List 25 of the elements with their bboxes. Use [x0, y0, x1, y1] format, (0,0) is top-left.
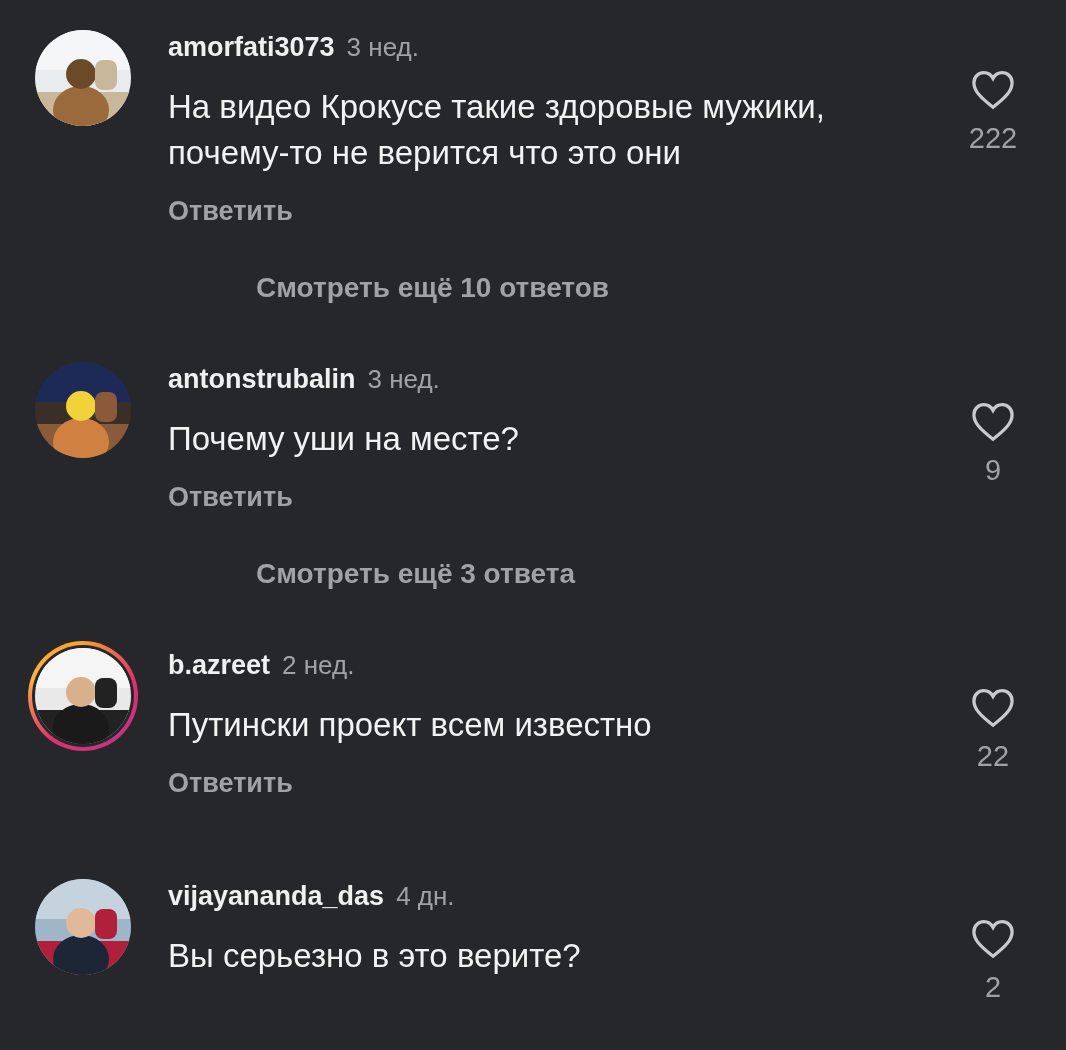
view-replies-link[interactable]: Смотреть ещё 3 ответа	[256, 558, 576, 590]
username[interactable]: antonstrubalin	[168, 364, 356, 395]
timestamp: 3 нед.	[367, 364, 440, 395]
heart-icon[interactable]	[971, 688, 1015, 728]
comment-text: Вы серьезно в это верите?	[168, 936, 582, 976]
username[interactable]: vijayananda_das	[168, 881, 385, 912]
view-replies-link[interactable]: Смотреть ещё 10 ответов	[256, 272, 609, 304]
reply-link[interactable]: Ответить	[168, 482, 293, 513]
comment-text: Путински проект всем известно	[168, 705, 653, 745]
timestamp: 4 дн.	[396, 881, 455, 912]
comment-text: Почему уши на месте?	[168, 419, 520, 459]
heart-icon[interactable]	[971, 70, 1015, 110]
reply-link[interactable]: Ответить	[168, 768, 293, 799]
like-count: 9	[984, 454, 1002, 487]
username[interactable]: amorfati3073	[168, 32, 335, 63]
timestamp: 3 нед.	[346, 32, 419, 63]
heart-icon[interactable]	[971, 402, 1015, 442]
like-count: 2	[984, 971, 1002, 1004]
heart-icon[interactable]	[971, 919, 1015, 959]
timestamp: 2 нед.	[282, 650, 355, 681]
like-count: 222	[968, 122, 1018, 155]
reply-link[interactable]: Ответить	[168, 196, 293, 227]
comment-text: На видео Крокусе такие здоровые мужики, почему-то не верится что это они	[168, 87, 826, 173]
like-count: 22	[976, 740, 1010, 773]
username[interactable]: b.azreet	[168, 650, 271, 681]
